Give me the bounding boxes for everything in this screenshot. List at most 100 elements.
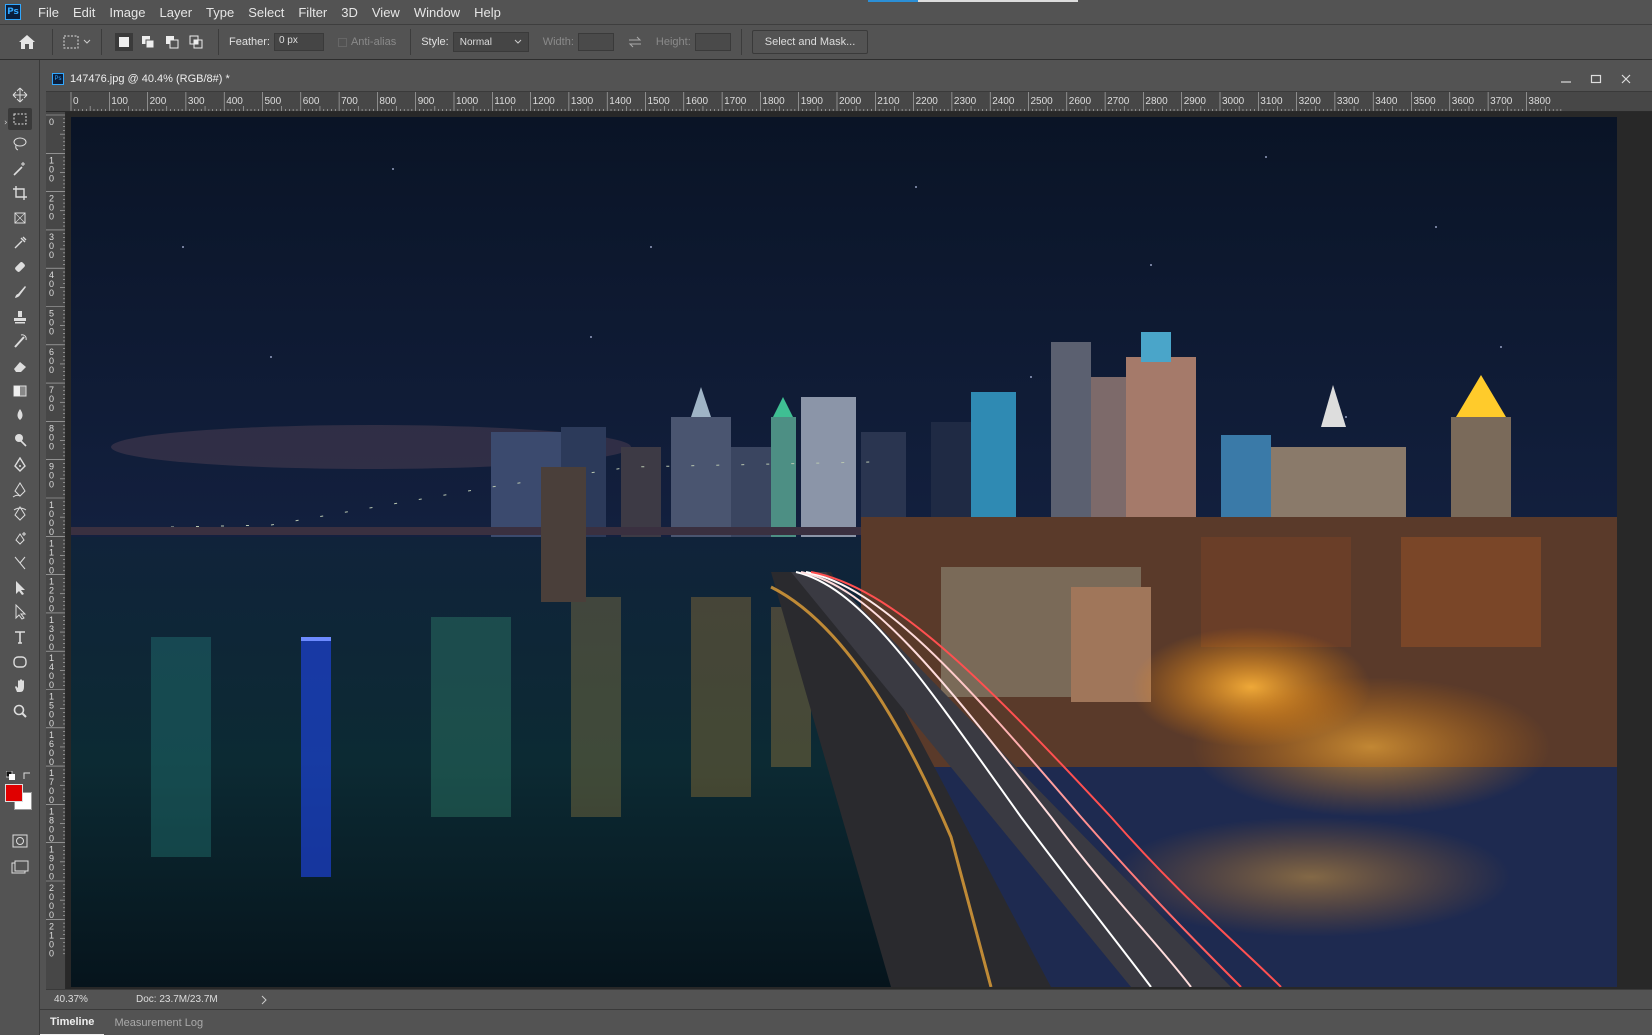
frame-button[interactable]	[8, 207, 32, 229]
menu-help[interactable]: Help	[467, 5, 508, 20]
ruler-label: 3100	[1260, 96, 1283, 107]
eraser-icon	[14, 362, 26, 372]
direct-selection-button[interactable]	[8, 601, 32, 623]
doc-size: Doc: 23.7M/23.7M	[136, 994, 218, 1005]
marquee-preset-picker[interactable]	[63, 35, 91, 49]
photoshop-logo-icon: Ps	[5, 4, 21, 20]
shape-button[interactable]	[8, 651, 32, 673]
style-select[interactable]: Normal	[452, 32, 529, 52]
eyedropper-button[interactable]	[8, 232, 32, 254]
intersect-selection-button[interactable]	[187, 33, 205, 51]
dodge-button[interactable]	[8, 429, 32, 451]
maximize-icon[interactable]	[1590, 74, 1602, 84]
chevron-down-icon	[83, 39, 91, 44]
ruler-label: 0	[49, 212, 54, 222]
tab-measurement-log[interactable]: Measurement Log	[104, 1010, 213, 1035]
screen-mode-button[interactable]	[8, 856, 32, 878]
move-tool-button[interactable]	[8, 84, 32, 106]
menu-image[interactable]: Image	[102, 5, 152, 20]
healing-brush-icon	[15, 262, 25, 272]
menu-select[interactable]: Select	[241, 5, 291, 20]
quick-mask-button[interactable]	[8, 830, 32, 852]
ruler-label: 2400	[992, 96, 1015, 107]
new-selection-icon	[119, 37, 129, 47]
feather-input[interactable]: 0 px	[273, 33, 324, 51]
window-controls	[1560, 66, 1632, 92]
horizontal-ruler-ticks: 0 100 200 300 400 500 600 700 800 900 1000 1100 1200…	[70, 92, 1562, 111]
width-label: Width:	[542, 36, 574, 48]
freeform-pen-button[interactable]	[8, 479, 32, 501]
default-colors-icon[interactable]	[5, 766, 16, 780]
chevron-right-icon[interactable]	[260, 995, 268, 1005]
path-selection-button[interactable]	[8, 577, 32, 599]
separator	[740, 29, 742, 55]
convert-point-button[interactable]	[8, 552, 32, 574]
healing-brush-button[interactable]	[8, 256, 32, 278]
document-tab[interactable]: Ps 147476.jpg @ 40.4% (RGB/8#) *	[46, 66, 1652, 92]
chevron-down-icon	[514, 39, 522, 44]
zoom-button[interactable]	[8, 700, 32, 722]
menu-window[interactable]: Window	[407, 5, 467, 20]
vertical-ruler[interactable]: 0100200300400500600700800900100011001200…	[46, 112, 66, 989]
swap-dimensions-icon[interactable]	[628, 36, 642, 48]
brush-button[interactable]	[8, 281, 32, 303]
type-button[interactable]	[8, 626, 32, 648]
new-selection-button[interactable]	[115, 33, 133, 51]
ruler-label: 0	[49, 403, 54, 413]
menu-filter[interactable]: Filter	[291, 5, 334, 20]
select-and-mask-button[interactable]: Select and Mask...	[751, 30, 869, 54]
ruler-label: 0	[49, 604, 54, 614]
ruler-label: 3600	[1452, 96, 1475, 107]
width-input[interactable]	[577, 33, 614, 51]
close-icon[interactable]	[1620, 74, 1632, 84]
foreground-color-swatch[interactable]	[5, 784, 23, 802]
eraser-button[interactable]	[8, 355, 32, 377]
horizontal-ruler[interactable]: 0 100 200 300 400 500 600 700 800 900 1000 1100 1200…	[46, 92, 1652, 112]
gradient-button[interactable]	[8, 380, 32, 402]
ruler-label: 0	[49, 833, 54, 843]
blur-button[interactable]	[8, 404, 32, 426]
canvas[interactable]	[66, 112, 1652, 989]
gradient-icon	[13, 385, 27, 397]
separator	[101, 29, 102, 55]
add-anchor-button[interactable]	[8, 528, 32, 550]
swap-colors-icon[interactable]	[22, 766, 32, 779]
ruler-label: 2500	[1031, 96, 1054, 107]
lasso-button[interactable]	[8, 133, 32, 155]
curvature-pen-button[interactable]	[8, 503, 32, 525]
clone-stamp-button[interactable]	[8, 306, 32, 328]
add-anchor-icon	[15, 532, 26, 545]
ruler-label: 2800	[1145, 96, 1168, 107]
separator	[52, 29, 53, 55]
rect-marquee-button[interactable]	[8, 108, 32, 130]
height-label: Height:	[655, 36, 691, 48]
height-input[interactable]	[694, 33, 731, 51]
ruler-label: 1900	[801, 96, 824, 107]
pen-button[interactable]	[8, 454, 32, 476]
menu-edit[interactable]: Edit	[66, 5, 102, 20]
quick-mask-icon	[12, 834, 28, 848]
clone-stamp-icon	[14, 311, 26, 324]
history-brush-icon	[14, 334, 27, 348]
history-brush-button[interactable]	[8, 330, 32, 352]
antialias-checkbox[interactable]	[337, 37, 347, 47]
ruler-label: 100	[111, 96, 128, 107]
photo-artwork	[71, 117, 1617, 987]
ruler-label: 2200	[916, 96, 939, 107]
menu-3d[interactable]: 3D	[334, 5, 365, 20]
menu-type[interactable]: Type	[199, 5, 241, 20]
menu-file[interactable]: File	[31, 5, 66, 20]
home-button[interactable]	[12, 27, 42, 57]
menu-layer[interactable]: Layer	[153, 5, 200, 20]
subtract-selection-button[interactable]	[163, 33, 181, 51]
minimize-icon[interactable]	[1560, 74, 1572, 84]
add-selection-button[interactable]	[139, 33, 157, 51]
hand-button[interactable]	[8, 675, 32, 697]
crop-button[interactable]	[8, 182, 32, 204]
ruler-label: 3000	[1222, 96, 1245, 107]
menu-view[interactable]: View	[365, 5, 407, 20]
zoom-level[interactable]: 40.37%	[54, 994, 124, 1005]
ruler-label: 0	[49, 795, 54, 805]
magic-wand-button[interactable]	[8, 158, 32, 180]
tab-timeline[interactable]: Timeline	[40, 1010, 105, 1035]
